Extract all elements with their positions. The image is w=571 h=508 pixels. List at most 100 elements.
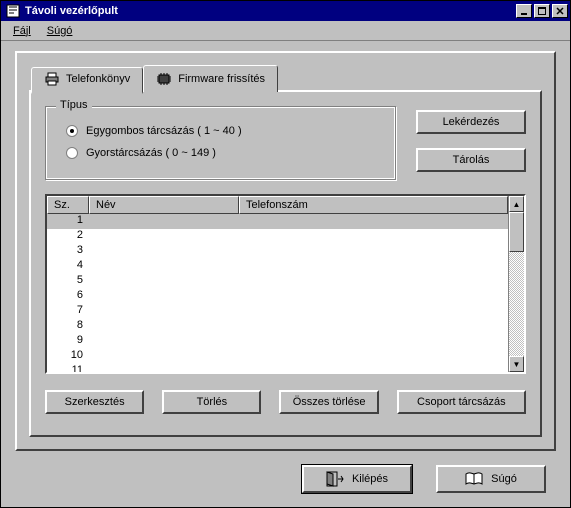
chip-icon [156, 72, 172, 86]
table-row[interactable]: 11 [47, 364, 508, 372]
cell-sz: 5 [47, 274, 89, 289]
cell-sz: 9 [47, 334, 89, 349]
tab-phonebook-label: Telefonkönyv [66, 73, 130, 85]
table-row[interactable]: 10 [47, 349, 508, 364]
cell-tel [239, 304, 508, 319]
col-sz-header[interactable]: Sz. [47, 196, 89, 214]
col-tel-header[interactable]: Telefonszám [239, 196, 508, 214]
type-groupbox: Típus Egygombos tárcsázás ( 1 ~ 40 ) Gyo… [45, 106, 396, 180]
radio-one-touch-input[interactable] [66, 125, 78, 137]
maximize-button[interactable] [534, 4, 550, 18]
window-title: Távoli vezérlőpult [25, 5, 516, 17]
cell-nev [89, 364, 239, 372]
delete-all-button[interactable]: Összes törlése [279, 390, 378, 414]
cell-tel [239, 349, 508, 364]
table-row[interactable]: 8 [47, 319, 508, 334]
cell-sz: 10 [47, 349, 89, 364]
cell-nev [89, 229, 239, 244]
cell-sz: 2 [47, 229, 89, 244]
cell-sz: 8 [47, 319, 89, 334]
table-row[interactable]: 7 [47, 304, 508, 319]
edit-button[interactable]: Szerkesztés [45, 390, 144, 414]
close-button[interactable] [552, 4, 568, 18]
cell-sz: 7 [47, 304, 89, 319]
cell-tel [239, 274, 508, 289]
scroll-down-button[interactable]: ▼ [509, 356, 524, 372]
store-button[interactable]: Tárolás [416, 148, 526, 172]
cell-nev [89, 259, 239, 274]
tab-firmware[interactable]: Firmware frissítés [143, 65, 278, 92]
cell-tel [239, 244, 508, 259]
cell-tel [239, 319, 508, 334]
listview-body[interactable]: 1234567891011 [47, 214, 508, 372]
delete-button[interactable]: Törlés [162, 390, 261, 414]
bottom-buttons: Szerkesztés Törlés Összes törlése Csopor… [45, 390, 526, 414]
main-panel: Telefonkönyv Firmware frissítés Típus E [15, 51, 556, 451]
cell-tel [239, 259, 508, 274]
table-row[interactable]: 5 [47, 274, 508, 289]
cell-nev [89, 334, 239, 349]
book-icon [465, 472, 483, 486]
table-row[interactable]: 4 [47, 259, 508, 274]
cell-nev [89, 349, 239, 364]
listview-header: Sz. Név Telefonszám [47, 196, 508, 214]
right-buttons: Lekérdezés Tárolás [416, 106, 526, 180]
scroll-track[interactable] [509, 212, 524, 356]
radio-speed-input[interactable] [66, 147, 78, 159]
scroll-thumb[interactable] [509, 212, 524, 252]
printer-icon [44, 72, 60, 86]
menubar: Fájl Súgó [1, 21, 570, 41]
table-row[interactable]: 2 [47, 229, 508, 244]
table-row[interactable]: 3 [47, 244, 508, 259]
cell-tel [239, 229, 508, 244]
table-row[interactable]: 6 [47, 289, 508, 304]
radio-one-touch-label: Egygombos tárcsázás ( 1 ~ 40 ) [86, 125, 242, 137]
radio-speed[interactable]: Gyorstárcsázás ( 0 ~ 149 ) [66, 147, 381, 159]
client-area: Telefonkönyv Firmware frissítés Típus E [1, 41, 570, 507]
col-nev-header[interactable]: Név [89, 196, 239, 214]
exit-label: Kilépés [352, 473, 388, 485]
menu-file[interactable]: Fájl [5, 23, 39, 39]
cell-sz: 3 [47, 244, 89, 259]
exit-button[interactable]: Kilépés [302, 465, 412, 493]
cell-nev [89, 214, 239, 229]
window: Távoli vezérlőpult Fájl Súgó Tel [0, 0, 571, 508]
cell-tel [239, 214, 508, 229]
listview-inner: Sz. Név Telefonszám 1234567891011 [47, 196, 508, 372]
minimize-button[interactable] [516, 4, 532, 18]
tab-phonebook[interactable]: Telefonkönyv [31, 67, 143, 94]
scrollbar: ▲ ▼ [508, 196, 524, 372]
help-label: Súgó [491, 473, 517, 485]
cell-sz: 4 [47, 259, 89, 274]
table-row[interactable]: 1 [47, 214, 508, 229]
tab-firmware-label: Firmware frissítés [178, 73, 265, 85]
footer-buttons: Kilépés Súgó [15, 465, 556, 493]
cell-nev [89, 274, 239, 289]
exit-icon [326, 471, 344, 487]
query-button[interactable]: Lekérdezés [416, 110, 526, 134]
cell-tel [239, 289, 508, 304]
titlebar: Távoli vezérlőpult [1, 1, 570, 21]
app-icon [5, 3, 21, 19]
table-row[interactable]: 9 [47, 334, 508, 349]
window-controls [516, 4, 568, 18]
top-row: Típus Egygombos tárcsázás ( 1 ~ 40 ) Gyo… [45, 106, 526, 180]
group-dial-button[interactable]: Csoport tárcsázás [397, 390, 526, 414]
cell-nev [89, 289, 239, 304]
cell-sz: 11 [47, 364, 89, 372]
cell-nev [89, 319, 239, 334]
tab-body: Típus Egygombos tárcsázás ( 1 ~ 40 ) Gyo… [29, 90, 542, 437]
cell-sz: 1 [47, 214, 89, 229]
radio-speed-label: Gyorstárcsázás ( 0 ~ 149 ) [86, 147, 216, 159]
cell-nev [89, 244, 239, 259]
listview: Sz. Név Telefonszám 1234567891011 ▲ ▼ [45, 194, 526, 374]
cell-tel [239, 334, 508, 349]
scroll-up-button[interactable]: ▲ [509, 196, 524, 212]
type-legend: Típus [56, 99, 92, 111]
cell-nev [89, 304, 239, 319]
menu-help[interactable]: Súgó [39, 23, 81, 39]
radio-one-touch[interactable]: Egygombos tárcsázás ( 1 ~ 40 ) [66, 125, 381, 137]
tab-strip: Telefonkönyv Firmware frissítés [31, 65, 542, 92]
help-button[interactable]: Súgó [436, 465, 546, 493]
cell-sz: 6 [47, 289, 89, 304]
